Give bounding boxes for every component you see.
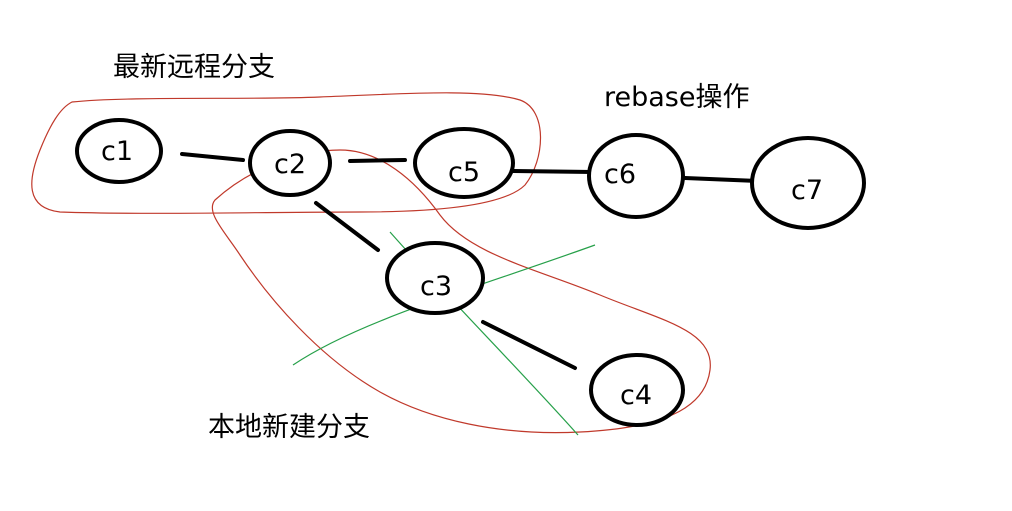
node-c4: c4 [589,353,685,427]
edge-c5-c6 [511,169,595,174]
node-c5-label: c5 [448,157,480,188]
node-c4-label: c4 [620,380,652,411]
edge-c1-c2 [180,152,245,162]
edge-c3-c4 [481,320,577,370]
node-c1: c1 [75,118,163,184]
node-c2: c2 [248,129,332,197]
git-rebase-diagram: c1 c2 c5 c6 c7 c3 c4 最新远程分支 rebase操作 本地新… [0,0,1012,511]
node-c2-label: c2 [274,149,306,180]
node-c7-label: c7 [791,175,823,206]
node-c6-label: c6 [604,159,636,190]
node-c3-label: c3 [420,271,452,302]
edge-c2-c5 [348,158,407,163]
local-branch-label: 本地新建分支 [208,412,370,443]
node-c3: c3 [385,241,485,315]
rebase-operation-label: rebase操作 [604,82,750,113]
remote-branch-label: 最新远程分支 [113,52,275,83]
node-c7: c7 [750,136,866,230]
edge-c2-c3 [314,201,380,252]
node-c5: c5 [413,127,515,199]
node-c1-label: c1 [101,136,133,167]
node-c6: c6 [587,133,685,219]
edge-c6-c7 [683,176,760,183]
